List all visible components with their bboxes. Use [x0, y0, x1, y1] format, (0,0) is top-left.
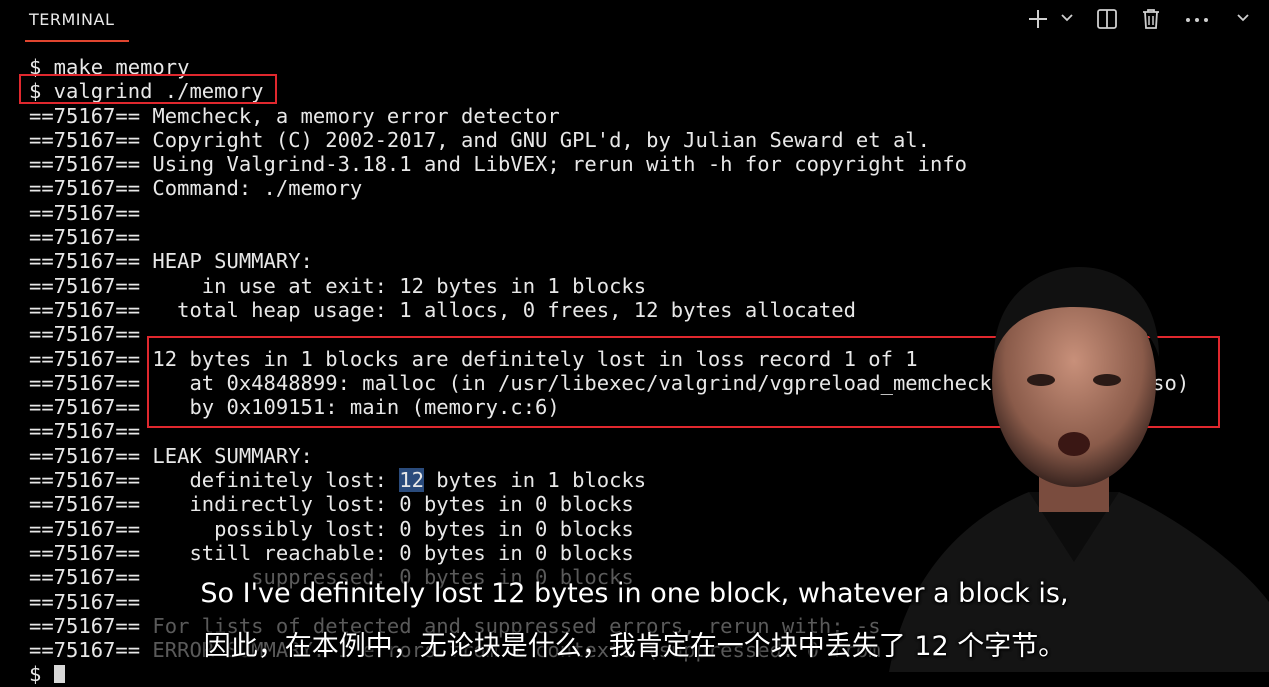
terminal-line: ==75167== Copyright (C) 2002-2017, and G… — [29, 128, 1189, 152]
process-id-prefix: ==75167== — [29, 200, 141, 225]
process-id-prefix: ==75167== — [29, 273, 141, 298]
active-tab-indicator — [25, 40, 129, 42]
process-id-prefix: ==75167== — [29, 395, 141, 420]
process-id-prefix: ==75167== — [29, 540, 141, 565]
process-id-prefix: ==75167== — [29, 468, 141, 493]
selected-text[interactable]: 12 — [399, 468, 424, 493]
presenter-video — [889, 267, 1269, 672]
process-id-prefix: ==75167== — [29, 103, 141, 128]
process-id-prefix: ==75167== — [29, 152, 141, 177]
process-id-prefix: ==75167== — [29, 297, 141, 322]
process-id-prefix: ==75167== — [29, 370, 141, 395]
process-id-prefix: ==75167== — [29, 225, 141, 250]
line-text: possibly lost: 0 bytes in 0 blocks — [140, 516, 634, 541]
plus-icon[interactable] — [1027, 8, 1049, 30]
chevron-down-icon[interactable] — [1060, 13, 1074, 23]
more-icon[interactable] — [1184, 10, 1210, 30]
subtitle-english: So I've definitely lost 12 bytes in one … — [200, 578, 1069, 609]
line-text: still reachable: 0 bytes in 0 blocks — [140, 540, 634, 565]
process-id-prefix: ==75167== — [29, 419, 141, 444]
tab-terminal[interactable]: TERMINAL — [29, 10, 114, 29]
process-id-prefix: ==75167== — [29, 127, 141, 152]
trash-icon[interactable] — [1140, 7, 1162, 31]
line-text: indirectly lost: 0 bytes in 0 blocks — [140, 492, 634, 517]
process-id-prefix: ==75167== — [29, 176, 141, 201]
terminal-line: ==75167== Memcheck, a memory error detec… — [29, 104, 1189, 128]
line-text: $ — [29, 662, 54, 687]
line-text: LEAK SUMMARY: — [140, 443, 313, 468]
line-text: HEAP SUMMARY: — [140, 249, 313, 274]
line-text: Memcheck, a memory error detector — [140, 103, 560, 128]
terminal-line: ==75167== Using Valgrind-3.18.1 and LibV… — [29, 152, 1189, 176]
process-id-prefix: ==75167== — [29, 322, 141, 347]
line-text: Command: ./memory — [140, 176, 363, 201]
highlight-valgrind-command — [19, 74, 277, 104]
process-id-prefix: ==75167== — [29, 516, 141, 541]
process-id-prefix: ==75167== — [29, 443, 141, 468]
cursor — [53, 665, 65, 684]
terminal-line: ==75167== Command: ./memory — [29, 176, 1189, 200]
collapse-panel-icon[interactable] — [1236, 13, 1250, 23]
panel-header: TERMINAL — [0, 0, 1269, 44]
line-text: total heap usage: 1 allocs, 0 frees, 12 … — [140, 297, 856, 322]
process-id-prefix: ==75167== — [29, 492, 141, 517]
line-text: Copyright (C) 2002-2017, and GNU GPL'd, … — [140, 127, 930, 152]
subtitle-chinese: 因此，在本例中，无论块是什么，我肯定在一个块中丢失了 12 个字节。 — [203, 631, 1066, 662]
line-text: bytes in 1 blocks — [423, 468, 647, 493]
line-text: definitely lost: — [140, 468, 400, 493]
line-text: in use at exit: 12 bytes in 1 blocks — [140, 273, 647, 298]
split-icon[interactable] — [1096, 8, 1118, 30]
line-text: Using Valgrind-3.18.1 and LibVEX; rerun … — [140, 152, 968, 177]
process-id-prefix: ==75167== — [29, 249, 141, 274]
terminal-line: ==75167== — [29, 201, 1189, 225]
terminal-line: ==75167== — [29, 225, 1189, 249]
process-id-prefix: ==75167== — [29, 346, 141, 371]
